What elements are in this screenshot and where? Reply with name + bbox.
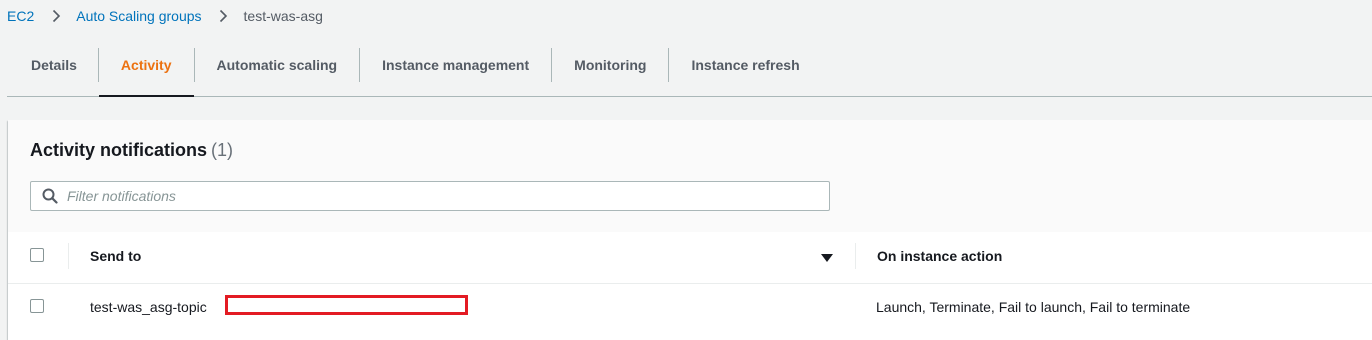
tab-details[interactable]: Details bbox=[7, 34, 98, 96]
tab-automatic-scaling[interactable]: Automatic scaling bbox=[195, 34, 360, 96]
chevron-right-icon bbox=[46, 9, 66, 23]
panel-header: Activity notifications (1) bbox=[8, 120, 1372, 232]
filter-notifications-input[interactable] bbox=[67, 188, 807, 204]
activity-notifications-panel: Activity notifications(1) Send to On ins… bbox=[8, 120, 1372, 340]
chevron-right-icon bbox=[214, 9, 234, 23]
tab-instance-management[interactable]: Instance management bbox=[360, 34, 551, 96]
column-header-on-instance-action[interactable]: On instance action bbox=[877, 248, 1002, 264]
cell-send-to: test-was_asg-topic bbox=[90, 299, 207, 315]
column-separator bbox=[855, 243, 856, 269]
search-icon bbox=[42, 188, 58, 204]
tab-instance-refresh[interactable]: Instance refresh bbox=[669, 34, 821, 96]
table-row[interactable]: test-was_asg-topic Launch, Terminate, Fa… bbox=[8, 284, 1372, 334]
caret-down-icon[interactable] bbox=[821, 250, 833, 262]
breadcrumb-ec2-link[interactable]: EC2 bbox=[7, 8, 34, 24]
column-header-send-to[interactable]: Send to bbox=[90, 248, 141, 264]
panel-title: Activity notifications (1) bbox=[30, 140, 233, 161]
panel-count: (1) bbox=[211, 140, 234, 160]
panel-title-text: Activity notifications bbox=[30, 140, 208, 160]
redaction-box bbox=[225, 295, 468, 315]
breadcrumb-auto-scaling-groups-link[interactable]: Auto Scaling groups bbox=[76, 8, 201, 24]
tab-bar: Details Activity Automatic scaling Insta… bbox=[7, 34, 1372, 97]
tab-activity[interactable]: Activity bbox=[98, 34, 194, 97]
filter-notifications-field[interactable] bbox=[30, 181, 830, 211]
table-header-row: Send to On instance action bbox=[8, 233, 1372, 284]
tab-monitoring[interactable]: Monitoring bbox=[552, 34, 668, 96]
select-all-checkbox[interactable] bbox=[30, 248, 44, 262]
column-separator bbox=[68, 243, 69, 269]
breadcrumb: EC2 Auto Scaling groups test-was-asg bbox=[7, 6, 323, 26]
cell-on-instance-action: Launch, Terminate, Fail to launch, Fail … bbox=[876, 299, 1191, 315]
breadcrumb-current: test-was-asg bbox=[243, 8, 323, 24]
row-checkbox[interactable] bbox=[30, 299, 44, 313]
